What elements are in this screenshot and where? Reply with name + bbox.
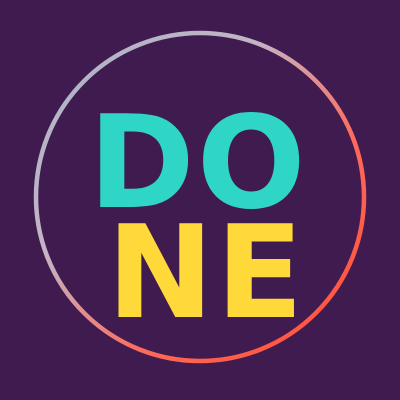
logo-text-line-2: NE [106, 199, 306, 348]
logo-canvas: DO NE [0, 0, 400, 400]
